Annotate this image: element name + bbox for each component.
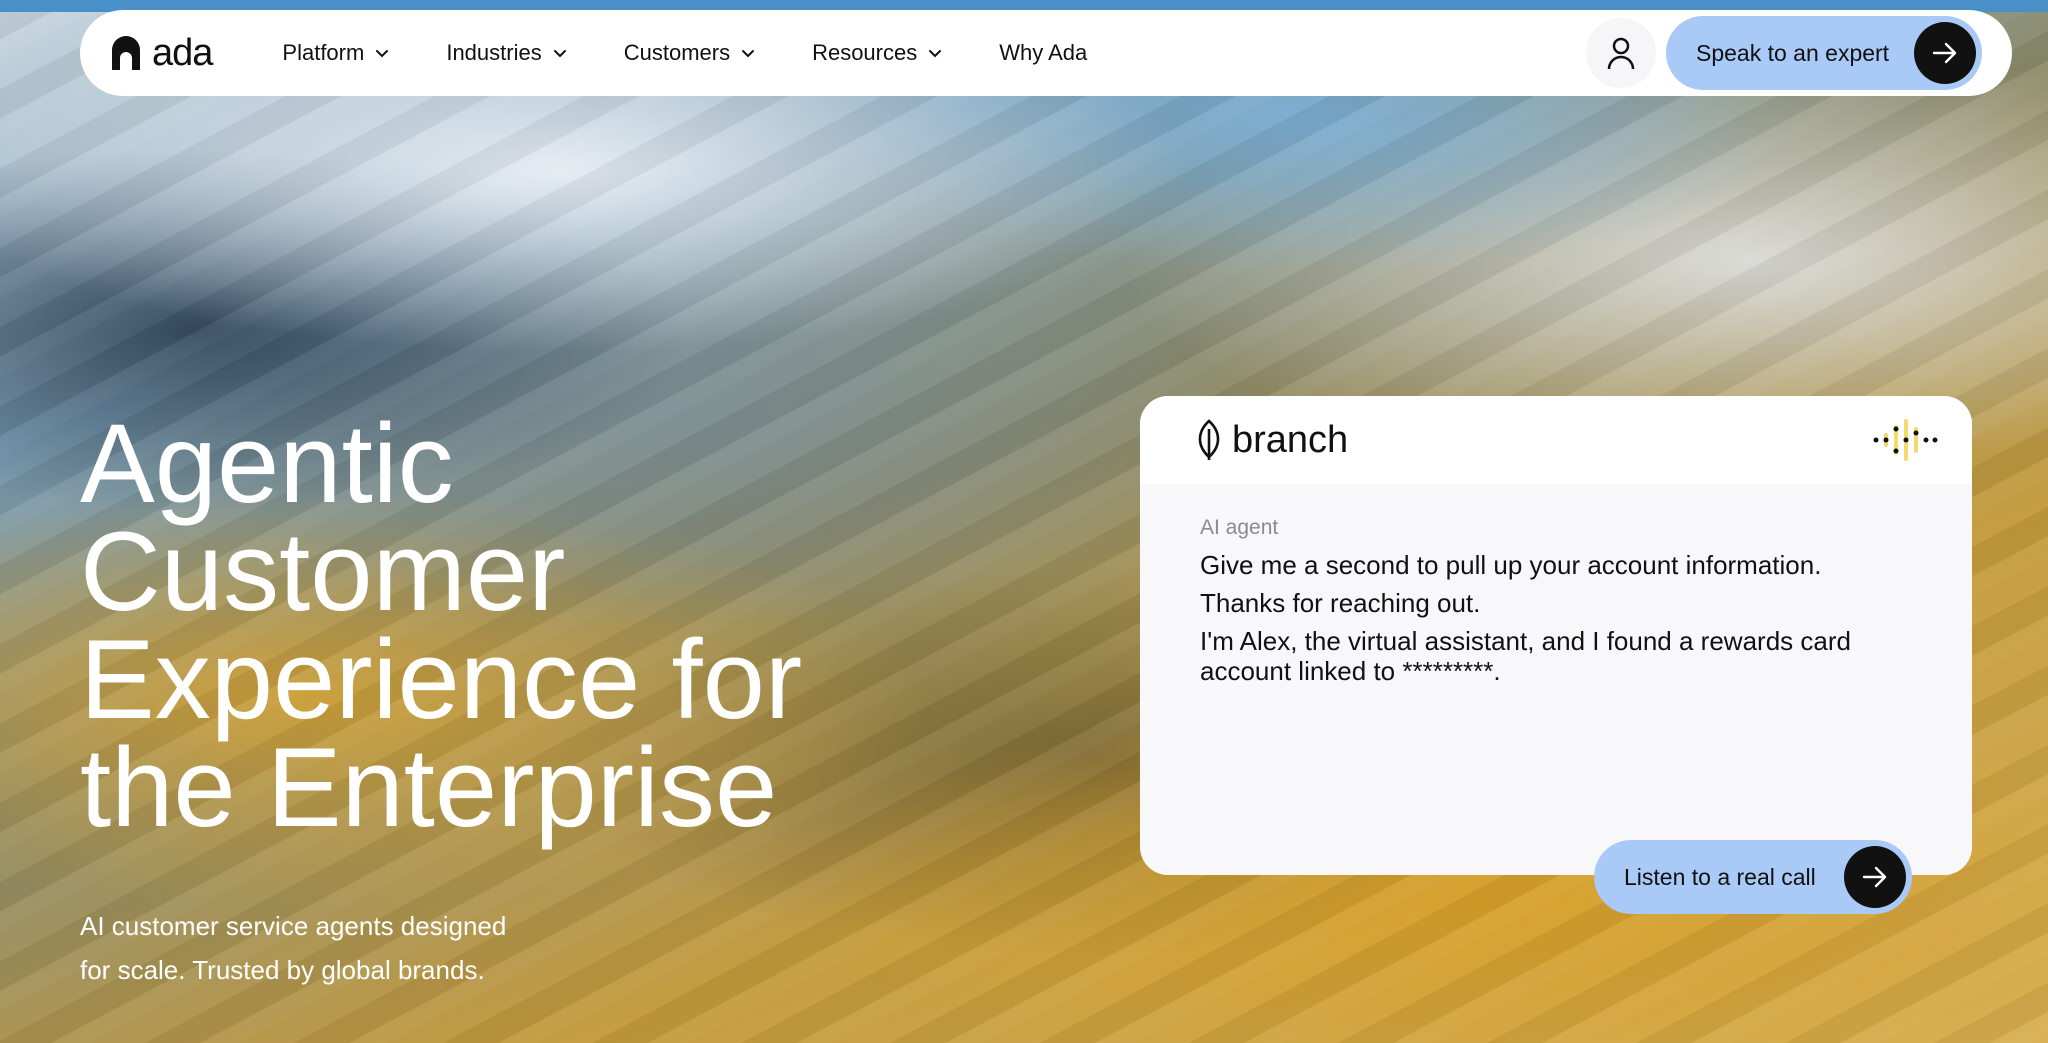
logo-text: ada	[152, 31, 213, 74]
brand-name: branch	[1232, 418, 1349, 461]
arrow-right-icon	[1862, 866, 1887, 888]
agent-message: Give me a second to pull up your account…	[1200, 550, 1822, 580]
arrow-circle	[1844, 846, 1906, 908]
nav-item-label: Customers	[623, 40, 731, 65]
arrow-circle	[1914, 22, 1976, 84]
hero-subtitle-line: AI customer service agents designed	[80, 911, 507, 941]
leaf-icon	[1198, 419, 1220, 460]
hero-title-line: Agentic	[80, 401, 454, 526]
hero-title-line: the Enterprise	[80, 725, 778, 850]
voice-waveform-icon	[1873, 419, 1938, 461]
nav-item-label: Industries	[446, 40, 542, 65]
nav-item-label: Resources	[812, 40, 918, 65]
nav-item-industries[interactable]: Industries	[446, 40, 567, 66]
card-header: branch	[1140, 396, 1972, 484]
ada-logo[interactable]: ada	[110, 31, 213, 75]
ada-logo-icon	[112, 36, 140, 70]
demo-call-card: branch AI agent Give me a second to pull…	[1140, 396, 1972, 914]
nav-item-why-ada[interactable]: Why Ada	[999, 40, 1087, 66]
speak-to-expert-button[interactable]: Speak to an expert	[1666, 16, 1982, 90]
nav-actions: Speak to an expert	[1586, 16, 1982, 90]
listen-label: Listen to a real call	[1624, 863, 1816, 890]
chevron-down-icon	[929, 50, 942, 58]
card-body: AI agent Give me a second to pull up you…	[1140, 484, 1972, 686]
branch-logo: branch	[1194, 419, 1348, 462]
hero-title: Agentic Customer Experience for the Ente…	[80, 401, 980, 850]
nav-item-customers[interactable]: Customers	[624, 40, 756, 66]
cta-label: Speak to an expert	[1696, 39, 1890, 66]
nav-item-resources[interactable]: Resources	[812, 40, 943, 66]
nav-links: Platform Industries Customers Resources …	[282, 40, 1143, 66]
nav-item-label: Platform	[282, 40, 365, 65]
nav-item-platform[interactable]: Platform	[282, 40, 390, 66]
chevron-down-icon	[553, 50, 566, 58]
hero-title-line: Experience for	[80, 617, 803, 742]
top-nav: ada Platform Industries Customers Resour…	[80, 10, 2012, 96]
hero-title-line: Customer	[80, 509, 566, 634]
listen-to-call-button[interactable]: Listen to a real call	[1594, 840, 1912, 914]
agent-message: I'm Alex, the virtual assistant, and I f…	[1200, 626, 1851, 686]
arrow-right-icon	[1932, 42, 1957, 64]
hero-subtitle-line: for scale. Trusted by global brands.	[80, 955, 485, 985]
hero-subtitle: AI customer service agents designed for …	[80, 904, 600, 992]
agent-message: Thanks for reaching out.	[1200, 588, 1481, 618]
chevron-down-icon	[376, 50, 389, 58]
chevron-down-icon	[742, 50, 755, 58]
nav-item-label: Why Ada	[999, 40, 1088, 65]
account-button[interactable]	[1586, 18, 1656, 88]
agent-label: AI agent	[1200, 516, 1279, 539]
user-icon	[1607, 37, 1635, 70]
